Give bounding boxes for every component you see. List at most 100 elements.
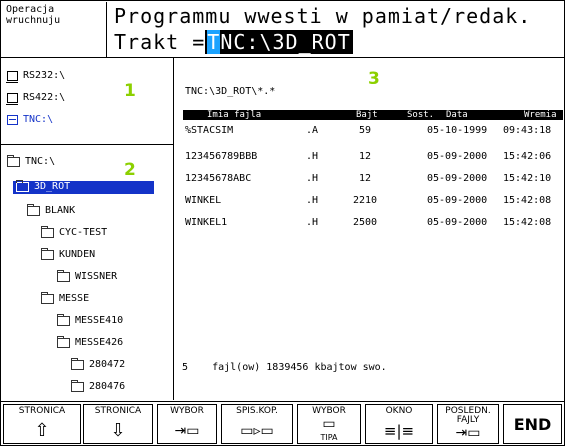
softkey-sublabel: TIPA — [320, 433, 338, 442]
file-date: 05-09-2000 — [427, 195, 488, 206]
file-row[interactable]: WINKEL1 .H 2500 05-09-2000 15:42:08 — [183, 214, 563, 232]
file-pane: 3 TNC:\3D_ROT\*.* Imia fajla Bajt Sost. … — [174, 58, 564, 400]
file-row[interactable]: 123456789BBB .H 12 05-09-2000 15:42:06 — [183, 148, 563, 166]
dir-item-wissner[interactable]: WISSNER — [57, 270, 117, 284]
drive-item-rs422[interactable]: RS422:\ — [6, 91, 66, 105]
dir-item-blank[interactable]: BLANK — [27, 204, 75, 218]
last-files-icon: ⇥▭ — [455, 425, 481, 441]
window-button[interactable]: OKNO ≡|≡ — [365, 404, 433, 444]
dir-label: MESSE — [59, 293, 90, 304]
path-cursor: T — [207, 30, 221, 54]
file-size: 59 — [359, 125, 372, 136]
column-status[interactable]: Sost. — [407, 110, 434, 120]
operating-mode-box: Operacja wruchnuju — [2, 2, 107, 57]
dir-label: KUNDEN — [59, 249, 96, 260]
column-time[interactable]: Wremia — [524, 110, 557, 120]
page-up-button[interactable]: STRONICA ⇧ — [3, 404, 81, 444]
path-label: Trakt = — [114, 30, 206, 54]
dir-label: 3D_ROT — [34, 181, 71, 192]
path-line: Trakt = TNC:\3D_ROT — [114, 30, 353, 54]
file-date: 05-10-1999 — [427, 125, 488, 136]
drive-label: RS422:\ — [23, 92, 66, 103]
folder-icon — [57, 336, 70, 348]
dir-label: 280472 — [89, 359, 126, 370]
path-input[interactable]: TNC:\3D_ROT — [205, 30, 353, 54]
copy-file-icon: ▭▹▭ — [240, 423, 274, 439]
folder-icon — [71, 358, 84, 370]
file-row[interactable]: %STACSIM .A 59 05-10-1999 09:43:18 — [183, 122, 563, 140]
selection-highlight: 3D_ROT — [13, 180, 154, 194]
open-folder-icon — [16, 180, 29, 192]
file-name: WINKEL1 — [185, 217, 228, 228]
file-time: 09:43:18 — [503, 125, 552, 136]
dir-item-messe410[interactable]: MESSE410 — [57, 314, 123, 328]
operating-mode-label: Operacja wruchnuju — [6, 4, 61, 26]
folder-icon — [57, 270, 70, 282]
file-name: 12345678ABC — [185, 173, 252, 184]
page-down-button[interactable]: STRONICA ⇩ — [83, 404, 153, 444]
column-name[interactable]: Imia fajla — [207, 110, 261, 120]
drive-label: RS232:\ — [23, 70, 66, 81]
softkey-label: SPIS.KOP. — [236, 406, 278, 416]
folder-icon — [57, 314, 70, 326]
dir-item-tnc-root[interactable]: TNC:\ — [7, 155, 55, 169]
softkey-label: END — [513, 415, 552, 434]
file-name: WINKEL — [185, 195, 222, 206]
select-file-icon: ⇥▭ — [174, 423, 200, 439]
dir-item-cyc-test[interactable]: CYC-TEST — [41, 226, 107, 240]
dir-label: WISSNER — [75, 271, 118, 282]
file-type-icon: ▭ — [322, 416, 336, 432]
drive-item-tnc[interactable]: TNC:\ — [7, 113, 53, 127]
softkey-label: STRONICA — [94, 406, 142, 416]
drive-item-rs232[interactable]: RS232:\ — [6, 69, 66, 83]
tree-divider — [1, 144, 173, 145]
file-time: 15:42:08 — [503, 195, 552, 206]
drive-icon — [6, 71, 18, 83]
folder-icon — [71, 380, 84, 392]
marker-1: 1 — [124, 81, 136, 101]
column-date[interactable]: Data — [446, 110, 468, 120]
path-value: NC:\3D_ROT — [220, 30, 351, 54]
file-ext: .H — [306, 217, 319, 228]
softkey-label: WYBOR — [170, 406, 204, 416]
file-ext: .H — [306, 173, 319, 184]
file-size: 12 — [359, 151, 372, 162]
drive-icon — [6, 93, 18, 105]
file-row[interactable]: 12345678ABC .H 12 05-09-2000 15:42:10 — [183, 170, 563, 188]
tnc-drive-icon — [7, 115, 18, 125]
file-ext: .H — [306, 195, 319, 206]
file-name: %STACSIM — [185, 125, 234, 136]
file-row[interactable]: WINKEL .H 2210 05-09-2000 15:42:08 — [183, 192, 563, 210]
select-button[interactable]: WYBOR ⇥▭ — [157, 404, 217, 444]
end-button[interactable]: END — [503, 404, 562, 444]
file-time: 15:42:08 — [503, 217, 552, 228]
dir-label: 280476 — [89, 381, 126, 392]
folder-icon — [41, 248, 54, 260]
softkey-label: POSLEDN. FAJLY — [445, 406, 491, 425]
dir-item-280472[interactable]: 280472 — [71, 358, 125, 372]
file-name: 123456789BBB — [185, 151, 258, 162]
folder-icon — [27, 204, 40, 216]
dir-label: CYC-TEST — [59, 227, 108, 238]
folder-icon — [7, 155, 20, 167]
dir-item-280476[interactable]: 280476 — [71, 380, 125, 394]
softkey-label: OKNO — [385, 406, 413, 416]
copy-field-button[interactable]: SPIS.KOP. ▭▹▭ — [221, 404, 293, 444]
directory-pane: RS232:\ RS422:\ TNC:\ TNC:\ 3D_ROT BLANK… — [1, 58, 174, 400]
select-type-button[interactable]: WYBOR ▭ TIPA — [297, 404, 361, 444]
file-size: 12 — [359, 173, 372, 184]
dir-item-kunden[interactable]: KUNDEN — [41, 248, 95, 262]
window-split-icon: ≡|≡ — [383, 422, 415, 440]
last-files-button[interactable]: POSLEDN. FAJLY ⇥▭ — [437, 404, 499, 444]
file-date: 05-09-2000 — [427, 173, 488, 184]
dir-label: BLANK — [45, 205, 76, 216]
dir-item-messe[interactable]: MESSE — [41, 292, 89, 306]
dir-label: TNC:\ — [25, 156, 56, 167]
status-line: 5 fajl(ow) 1839456 kbajtow swo. — [182, 362, 387, 373]
page-down-icon: ⇩ — [110, 420, 126, 441]
dir-item-3d-rot[interactable]: 3D_ROT — [13, 180, 154, 194]
softkey-bar: STRONICA ⇧ STRONICA ⇩ WYBOR ⇥▭ SPIS.KOP.… — [1, 401, 564, 445]
column-size[interactable]: Bajt — [356, 110, 378, 120]
page-up-icon: ⇧ — [34, 420, 50, 441]
dir-item-messe426[interactable]: MESSE426 — [57, 336, 123, 350]
